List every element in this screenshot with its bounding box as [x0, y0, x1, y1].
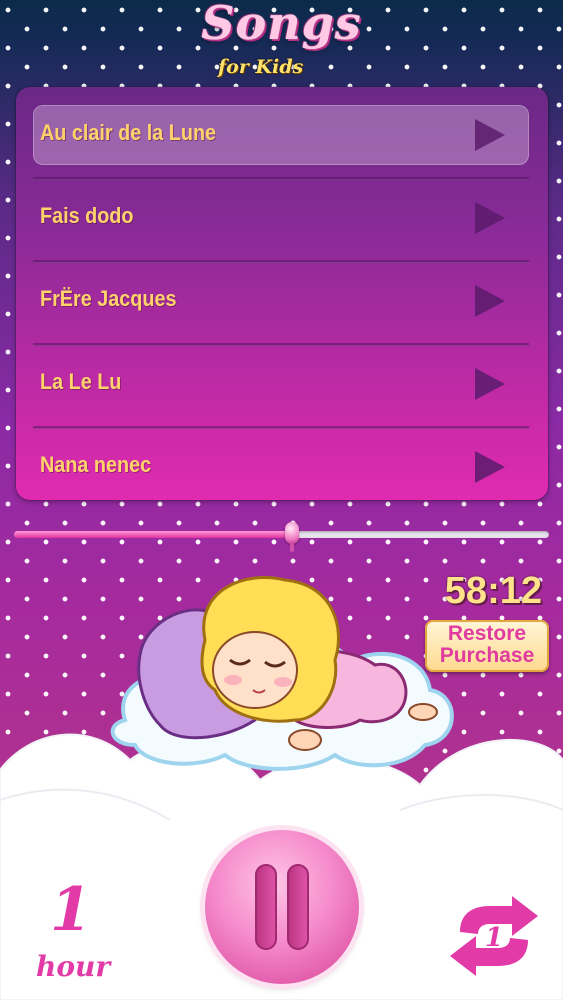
logo-title: Songs [201, 0, 362, 50]
play-icon[interactable] [475, 119, 505, 151]
repeat-one-icon[interactable]: 1 [446, 892, 542, 980]
pause-button[interactable] [205, 830, 359, 984]
app-screen: Songs for Kids Au clair de la Lune Fais … [0, 0, 563, 1000]
song-item-fais-dodo[interactable]: Fais dodo [33, 188, 529, 248]
progress-knob[interactable] [285, 522, 300, 552]
play-icon[interactable] [475, 202, 505, 234]
logo-subtitle: for Kids [218, 56, 304, 78]
play-icon[interactable] [475, 451, 505, 483]
list-divider [33, 177, 529, 180]
song-title: Fais dodo [40, 203, 134, 228]
repeat-mode-label: 1 [485, 923, 503, 953]
song-item-nana-nenec[interactable]: Nana nenec [33, 437, 529, 497]
song-title: La Le Lu [40, 369, 122, 394]
sleep-timer-unit: hour [36, 950, 111, 983]
song-title: Au clair de la Lune [40, 120, 217, 145]
song-item-au-clair-de-la-lune[interactable]: Au clair de la Lune [33, 105, 529, 165]
sleep-timer-number: 1 [50, 875, 92, 945]
song-title: Nana nenec [40, 452, 152, 477]
progress-slider[interactable] [14, 522, 549, 552]
pause-icon [255, 864, 277, 950]
song-item-frere-jacques[interactable]: FrËre Jacques [33, 271, 529, 331]
list-divider [33, 426, 529, 429]
pause-icon [287, 864, 309, 950]
sleeping-girl-illustration [110, 576, 454, 771]
play-icon[interactable] [475, 285, 505, 317]
play-icon[interactable] [475, 368, 505, 400]
app-logo: Songs for Kids [0, 0, 563, 86]
song-item-la-le-lu[interactable]: La Le Lu [33, 354, 529, 414]
progress-fill [14, 531, 293, 538]
song-list: Au clair de la Lune Fais dodo FrËre Jacq… [16, 87, 548, 500]
song-title: FrËre Jacques [40, 286, 177, 311]
list-divider [33, 343, 529, 346]
list-divider [33, 260, 529, 263]
